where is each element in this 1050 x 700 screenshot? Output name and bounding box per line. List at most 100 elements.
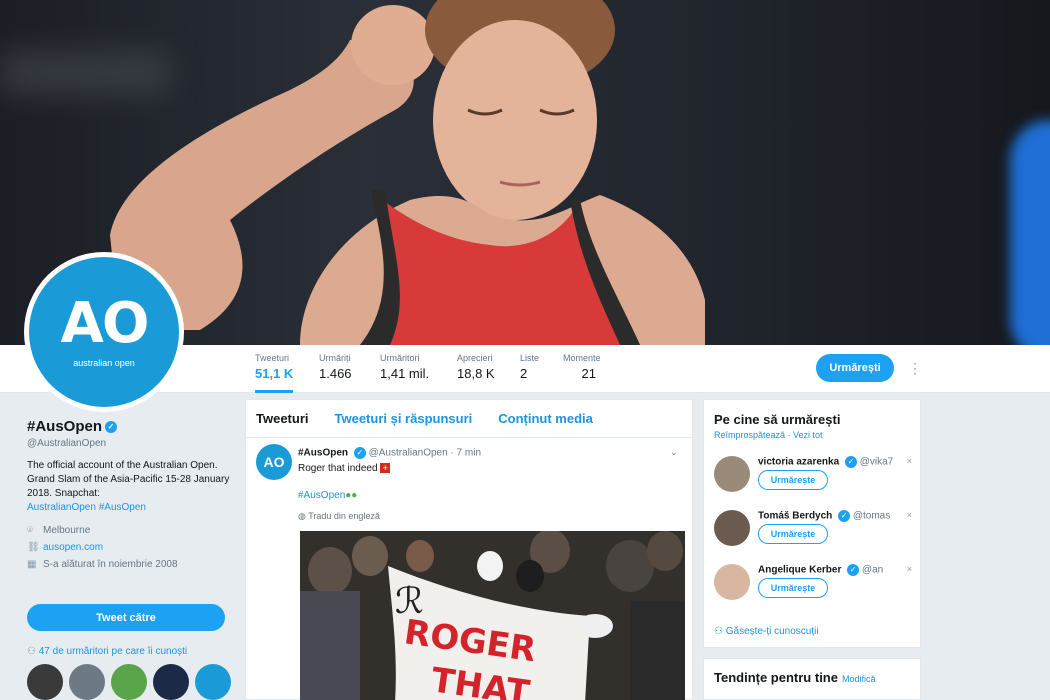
profile-handle: @AustralianOpen — [27, 438, 107, 449]
tab-tweets-replies[interactable]: Tweeturi și răspunsuri — [335, 411, 473, 426]
verified-icon: ✓ — [847, 564, 860, 576]
stat-value: 18,8 K — [457, 366, 495, 381]
calendar-icon: ▦ — [27, 559, 37, 570]
link-icon: ⛓ — [27, 542, 40, 553]
profile-avatar[interactable]: AO australian open — [24, 252, 184, 412]
refresh-view-all[interactable]: Reîmprospătează · Vezi tot — [704, 427, 920, 440]
verified-icon: ✓ — [353, 447, 366, 459]
who-to-follow-title: Pe cine să urmărești — [714, 412, 841, 427]
suggestion-handle: @vika7 — [859, 456, 894, 468]
stat-label: Urmăritori — [380, 353, 420, 363]
close-icon[interactable]: × — [907, 510, 912, 520]
profile-joined: ▦ S-a alăturat în noiembrie 2008 — [27, 559, 232, 570]
stat-lists[interactable]: Liste 2 — [520, 353, 539, 381]
profile-bio: The official account of the Australian O… — [27, 459, 232, 515]
profile-name: #AusOpen ✓ — [27, 418, 232, 435]
location-text: Melbourne — [43, 525, 91, 536]
joined-text: S-a alăturat în noiembrie 2008 — [43, 559, 178, 570]
stat-value: 1.466 — [319, 366, 352, 381]
followers-you-know-text: 47 de urmăritori pe care îi cunoști — [38, 646, 188, 657]
tweet-handle-time[interactable]: @AustralianOpen · 7 min — [369, 448, 481, 459]
stat-likes[interactable]: Aprecieri 18,8 K — [457, 353, 495, 381]
find-people-text: Găsește-ți cunoscuții — [725, 626, 819, 637]
bio-text: The official account of the Australian O… — [27, 460, 230, 499]
more-options-icon[interactable]: ⋮ — [908, 360, 922, 377]
website-link[interactable]: ausopen.com — [43, 542, 103, 553]
trends: Tendințe pentru tine Modifică — [703, 658, 921, 700]
tweet-text-content: Roger that indeed — [298, 463, 378, 474]
translate-text: Tradu din engleză — [308, 511, 380, 521]
tweet-body: #AusOpen ✓ @AustralianOpen · 7 min Roger… — [298, 447, 682, 522]
tweet-author[interactable]: #AusOpen — [298, 448, 348, 459]
tweet-media[interactable]: ROGER THAT ℛ — [300, 531, 685, 700]
avatar[interactable] — [714, 564, 750, 600]
follow-suggestion-button[interactable]: Urmărește — [758, 470, 828, 490]
suggestion-handle: @tomas — [852, 510, 891, 522]
stat-tweets[interactable]: Tweeturi 51,1 K — [255, 353, 294, 393]
tweet[interactable]: AO ⌄ #AusOpen ✓ @AustralianOpen · 7 min … — [246, 439, 692, 530]
people-icon: ⚇ — [27, 646, 39, 657]
verified-icon: ✓ — [844, 456, 857, 468]
verified-icon: ✓ — [838, 510, 851, 522]
trends-title: Tendințe pentru tine Modifică — [704, 659, 920, 685]
profile-location: ⌾ Melbourne — [27, 525, 232, 536]
stat-label: Urmăriți — [319, 353, 351, 363]
followers-you-know[interactable]: ⚇ 47 de urmăritori pe care îi cunoști — [27, 646, 187, 657]
translate-link[interactable]: ◍ Tradu din engleză — [298, 511, 682, 522]
follower-avatar[interactable] — [27, 664, 63, 700]
swiss-flag-icon: + — [380, 463, 391, 474]
tweet-text: Roger that indeed + — [298, 463, 682, 474]
suggestion-name-text: Angelique Kerber — [758, 564, 842, 576]
trends-modify-link[interactable]: Modifică — [842, 674, 876, 684]
who-to-follow: Pe cine să urmărești Reîmprospătează · V… — [703, 399, 921, 648]
timeline: Tweeturi Tweeturi și răspunsuri Conținut… — [245, 399, 693, 700]
verified-icon: ✓ — [105, 421, 118, 434]
ao-logo-text: AO — [60, 291, 150, 356]
globe-icon: ◍ — [298, 511, 309, 521]
stat-value: 1,41 mil. — [380, 366, 430, 381]
timeline-tabs: Tweeturi Tweeturi și răspunsuri Conținut… — [246, 400, 692, 438]
tab-tweets[interactable]: Tweeturi — [256, 411, 309, 426]
follow-suggestion-button[interactable]: Urmărește — [758, 524, 828, 544]
tweet-photo: ROGER THAT ℛ — [300, 531, 685, 700]
stat-moments[interactable]: Momente 21 — [563, 353, 601, 381]
suggestion-name[interactable]: Angelique Kerber ✓ @an — [758, 564, 883, 576]
avatar[interactable] — [714, 510, 750, 546]
profile-website[interactable]: ⛓ ausopen.com — [27, 542, 232, 553]
find-people-link[interactable]: ⚇ Găsește-ți cunoscuții — [714, 626, 819, 637]
follower-avatar[interactable] — [195, 664, 231, 700]
tweet-to-button[interactable]: Tweet către — [27, 604, 225, 631]
suggestion-name[interactable]: victoria azarenka ✓ @vika7 — [758, 456, 893, 468]
follower-avatar[interactable] — [153, 664, 189, 700]
chevron-down-icon[interactable]: ⌄ — [670, 447, 678, 458]
stat-label: Liste — [520, 353, 540, 363]
follower-avatar[interactable] — [69, 664, 105, 700]
tab-media[interactable]: Conținut media — [498, 411, 593, 426]
avatar[interactable] — [714, 456, 750, 492]
tweet-hashtag[interactable]: #AusOpen●● — [298, 490, 682, 501]
trends-title-text: Tendințe pentru tine — [714, 670, 838, 685]
stat-label: Tweeturi — [255, 353, 290, 363]
close-icon[interactable]: × — [907, 456, 912, 466]
stat-label: Aprecieri — [457, 353, 493, 363]
bio-links[interactable]: AustralianOpen #AusOpen — [27, 501, 232, 515]
location-pin-icon: ⌾ — [27, 525, 33, 536]
ao-logo: AO australian open — [29, 257, 179, 407]
follower-avatar[interactable] — [111, 664, 147, 700]
people-icon: ⚇ — [714, 626, 726, 637]
followers-avatars — [27, 664, 231, 700]
close-icon[interactable]: × — [907, 564, 912, 574]
tweet-header: #AusOpen ✓ @AustralianOpen · 7 min — [298, 447, 682, 459]
stat-label: Momente — [563, 353, 601, 363]
suggestion-name[interactable]: Tomáš Berdych ✓ @tomas — [758, 510, 890, 522]
tweet-avatar[interactable]: AO — [256, 444, 292, 480]
hashtag-link[interactable]: #AusOpen — [298, 490, 345, 501]
profile-name-text: #AusOpen — [27, 418, 103, 435]
stat-followers[interactable]: Urmăritori 1,41 mil. — [380, 353, 429, 381]
stat-value: 51,1 K — [255, 366, 294, 381]
rf-logo-mark: ℛ — [395, 581, 424, 622]
follow-button[interactable]: Urmărești — [816, 354, 894, 382]
stat-value: 2 — [520, 366, 528, 381]
stat-following[interactable]: Urmăriți 1.466 — [319, 353, 352, 381]
follow-suggestion-button[interactable]: Urmărește — [758, 578, 828, 598]
